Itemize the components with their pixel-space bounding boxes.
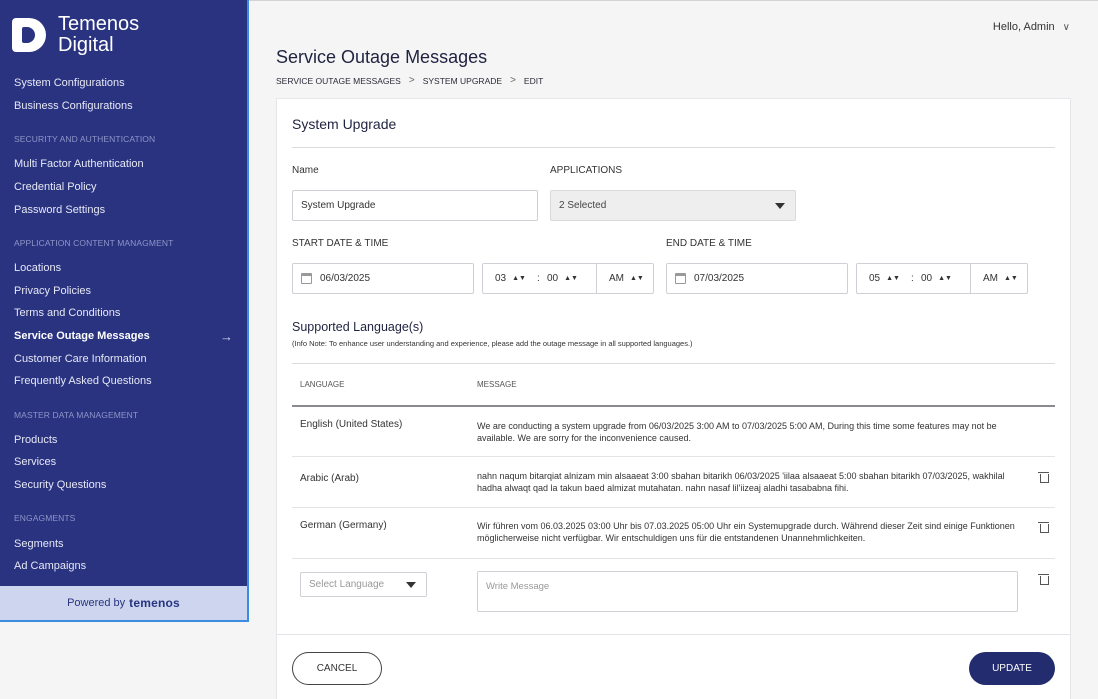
breadcrumb-separator-icon: > [510, 75, 516, 86]
sidebar-item-services[interactable]: Services [0, 451, 247, 474]
sidebar-item-service-outage-messages[interactable]: Service Outage Messages → [0, 325, 247, 348]
start-time-input[interactable]: 03 ▲▼ : 00 ▲▼ AM ▲▼ [482, 263, 654, 294]
updown-icon: ▲▼ [1004, 275, 1018, 282]
sidebar-section-engagments: ENGAGMENTS [14, 513, 76, 524]
sidebar-item-system-configurations[interactable]: System Configurations [0, 72, 247, 95]
caret-down-icon [775, 203, 785, 209]
top-border [249, 0, 1098, 1]
divider [970, 264, 971, 293]
sidebar-item-frequently-asked-questions[interactable]: Frequently Asked Questions [0, 370, 247, 393]
user-greeting: Hello, Admin [992, 21, 1055, 33]
sidebar-item-customer-care-information[interactable]: Customer Care Information [0, 347, 247, 370]
end-hour-stepper[interactable]: 05 ▲▼ [869, 264, 900, 293]
supported-languages-note: (Info Note: To enhance user understandin… [292, 339, 693, 348]
sidebar-item-security-questions[interactable]: Security Questions [0, 474, 247, 497]
sidebar-section-application-content: APPLICATION CONTENT MANAGMENT [14, 237, 174, 248]
column-header-message: MESSAGE [477, 380, 517, 389]
trash-icon[interactable] [1038, 471, 1049, 483]
sidebar-item-privacy-policies[interactable]: Privacy Policies [0, 280, 247, 303]
divider [292, 363, 1055, 364]
calendar-icon [675, 273, 686, 284]
divider [292, 558, 1055, 559]
end-minute-stepper[interactable]: 00 ▲▼ [921, 264, 952, 293]
edit-form-card: System Upgrade Name System Upgrade APPLI… [276, 98, 1071, 699]
sidebar-item-multi-factor-authentication[interactable]: Multi Factor Authentication [0, 153, 247, 176]
table-header-divider [292, 405, 1055, 407]
divider [292, 147, 1055, 148]
divider [596, 264, 597, 293]
temenos-wordmark: temenos [129, 596, 180, 610]
update-button[interactable]: UPDATE [969, 652, 1055, 685]
time-separator: : [911, 273, 914, 284]
name-label: Name [292, 165, 319, 176]
time-separator: : [537, 273, 540, 284]
brand-name-line2: Digital [58, 34, 114, 56]
sidebar-section-security: SECURITY AND AUTHENTICATION [14, 134, 156, 145]
cancel-button[interactable]: CANCEL [292, 652, 382, 685]
row-message[interactable]: We are conducting a system upgrade from … [477, 420, 1017, 444]
temenos-logo-icon [12, 16, 48, 54]
start-hour-stepper[interactable]: 03 ▲▼ [495, 264, 526, 293]
divider [292, 507, 1055, 508]
applications-label: APPLICATIONS [550, 165, 623, 176]
end-date-input[interactable]: 07/03/2025 [666, 263, 848, 294]
row-language: English (United States) [300, 419, 403, 430]
sidebar-section-master-data: MASTER DATA MANAGEMENT [14, 409, 139, 420]
name-field[interactable]: System Upgrade [292, 190, 538, 221]
sidebar-item-locations[interactable]: Locations [0, 257, 247, 280]
breadcrumb-edit: EDIT [523, 75, 544, 86]
select-language-dropdown[interactable]: Select Language [300, 572, 427, 597]
start-date-time-label: START DATE & TIME [292, 238, 389, 249]
sidebar-item-password-settings[interactable]: Password Settings [0, 198, 247, 221]
brand-logo[interactable]: Temenos Digital [12, 14, 139, 56]
row-message[interactable]: nahn naqum bitarqiat alnizam min alsaaea… [477, 470, 1017, 494]
powered-by-label: Powered by [67, 597, 126, 609]
end-time-input[interactable]: 05 ▲▼ : 00 ▲▼ AM ▲▼ [856, 263, 1028, 294]
brand-name-line1: Temenos [58, 13, 140, 35]
end-ampm-select[interactable]: AM ▲▼ [983, 264, 1018, 293]
start-date-input[interactable]: 06/03/2025 [292, 263, 474, 294]
sidebar-item-terms-and-conditions[interactable]: Terms and Conditions [0, 302, 247, 325]
supported-languages-title: Supported Language(s) [292, 320, 424, 334]
row-language: Arabic (Arab) [300, 473, 359, 484]
updown-icon: ▲▼ [630, 275, 644, 282]
caret-down-icon [406, 582, 416, 588]
sidebar-item-products[interactable]: Products [0, 429, 247, 452]
sidebar: Temenos Digital System Configurations Bu… [0, 0, 249, 622]
breadcrumb-separator-icon: > [408, 75, 415, 86]
write-message-field[interactable]: Write Message [477, 571, 1018, 612]
card-title: System Upgrade [292, 116, 397, 132]
updown-icon: ▲▼ [564, 275, 578, 282]
sidebar-item-ad-campaigns[interactable]: Ad Campaigns [0, 555, 247, 578]
updown-icon: ▲▼ [938, 275, 952, 282]
updown-icon: ▲▼ [512, 275, 526, 282]
breadcrumb-system-upgrade[interactable]: SYSTEM UPGRADE [423, 76, 502, 86]
column-header-language: LANGUAGE [300, 380, 345, 389]
trash-icon[interactable] [1038, 573, 1049, 585]
sidebar-item-credential-policy[interactable]: Credential Policy [0, 176, 247, 199]
breadcrumb: SERVICE OUTAGE MESSAGES > SYSTEM UPGRADE… [276, 75, 543, 86]
end-date-time-label: END DATE & TIME [666, 238, 752, 249]
page-title: Service Outage Messages [276, 47, 488, 67]
user-menu[interactable]: Hello, Admin ∨ [993, 21, 1070, 33]
divider [292, 456, 1055, 457]
trash-icon[interactable] [1038, 521, 1049, 533]
arrow-right-icon: → [220, 328, 233, 344]
applications-select[interactable]: 2 Selected [550, 190, 796, 221]
powered-by-footer: Powered by temenos [0, 586, 247, 620]
row-language: German (Germany) [300, 520, 387, 531]
start-ampm-select[interactable]: AM ▲▼ [609, 264, 644, 293]
start-minute-stepper[interactable]: 00 ▲▼ [547, 264, 578, 293]
sidebar-item-segments[interactable]: Segments [0, 532, 247, 555]
chevron-down-icon: ∨ [1062, 21, 1070, 33]
updown-icon: ▲▼ [886, 275, 900, 282]
sidebar-item-business-configurations[interactable]: Business Configurations [0, 95, 247, 118]
sidebar-nav: System Configurations Business Configura… [0, 72, 247, 578]
divider [277, 634, 1070, 635]
breadcrumb-service-outage-messages[interactable]: SERVICE OUTAGE MESSAGES [276, 76, 401, 86]
calendar-icon [301, 273, 312, 284]
row-message[interactable]: Wir führen vom 06.03.2025 03:00 Uhr bis … [477, 520, 1017, 544]
